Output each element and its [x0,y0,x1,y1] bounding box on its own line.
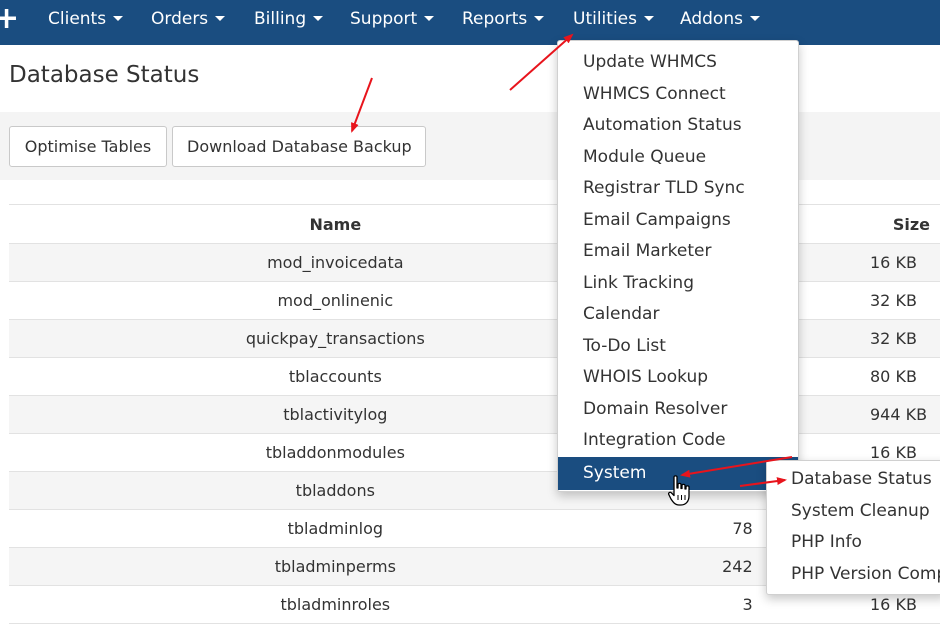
menu-item-automation-status[interactable]: Automation Status [558,110,798,141]
utilities-dropdown: Update WHMCS WHMCS Connect Automation St… [557,40,799,492]
nav-reports[interactable]: Reports [462,0,545,38]
submenu-item-php-info[interactable]: PHP Info [767,527,862,558]
table-row: mod_onlinenic 32 KB [9,281,940,320]
nav-addons-label: Addons [680,9,743,29]
caret-down-icon [313,15,324,21]
caret-down-icon [424,15,435,21]
system-submenu: Database Status System Cleanup PHP Info … [766,460,940,595]
table-row: mod_invoicedata 16 KB [9,243,940,282]
table-row: tblaccounts 80 KB [9,357,940,396]
table-rows-cell: 3 [661,585,761,624]
menu-item-email-marketer[interactable]: Email Marketer [558,236,798,267]
nav-clients[interactable]: Clients [48,0,124,38]
table-row: tblactivitylog 944 KB [9,395,940,434]
menu-item-whmcs-connect[interactable]: WHMCS Connect [558,79,798,110]
table-size-cell: 944 KB [870,405,928,424]
table-rows-cell: 242 [661,547,761,586]
submenu-item-database-status[interactable]: Database Status [767,464,932,495]
optimise-tables-button[interactable]: Optimise Tables [9,126,167,167]
menu-item-module-queue[interactable]: Module Queue [558,142,798,173]
nav-billing-label: Billing [254,9,307,29]
nav-orders-label: Orders [151,9,209,29]
caret-down-icon [113,15,124,21]
table-name-cell: tbladminroles [9,585,662,624]
nav-support-label: Support [350,9,418,29]
table-size-cell: 32 KB [870,291,917,310]
hand-pointer-icon [668,475,690,506]
menu-item-todo-list[interactable]: To-Do List [558,331,798,362]
menu-item-whois-lookup[interactable]: WHOIS Lookup [558,362,798,393]
menu-item-domain-resolver[interactable]: Domain Resolver [558,394,798,425]
nav-utilities-label: Utilities [573,9,637,29]
menu-item-update-whmcs[interactable]: Update WHMCS [558,47,798,78]
caret-down-icon [215,15,226,21]
table-header-row: Name Size [9,204,940,244]
table-name-cell: tbladminlog [9,509,662,548]
nav-clients-label: Clients [48,9,107,29]
nav-reports-label: Reports [462,9,528,29]
menu-item-calendar[interactable]: Calendar [558,299,798,330]
caret-down-icon [749,15,760,21]
download-backup-button[interactable]: Download Database Backup [172,126,426,167]
menu-item-integration-code[interactable]: Integration Code [558,425,798,456]
menu-item-email-campaigns[interactable]: Email Campaigns [558,205,798,236]
submenu-item-php-version-comp[interactable]: PHP Version Comp [767,559,940,590]
table-size-cell: 32 KB [870,329,917,348]
table-size-cell: 16 KB [870,595,917,614]
nav-orders[interactable]: Orders [151,0,226,38]
submenu-item-system-cleanup[interactable]: System Cleanup [767,496,930,527]
table-size-cell: 16 KB [870,253,917,272]
table-name-cell: tbladminperms [9,547,662,586]
caret-down-icon [534,15,545,21]
top-navbar: + Clients Orders Billing Support Reports… [0,0,940,45]
nav-support[interactable]: Support [350,0,435,38]
nav-billing[interactable]: Billing [254,0,324,38]
menu-item-registrar-tld-sync[interactable]: Registrar TLD Sync [558,173,798,204]
nav-utilities[interactable]: Utilities [573,0,654,38]
table-size-cell: 80 KB [870,367,917,386]
plus-icon[interactable]: + [0,4,19,34]
menu-item-link-tracking[interactable]: Link Tracking [558,268,798,299]
nav-addons[interactable]: Addons [680,0,760,38]
caret-down-icon [643,15,654,21]
table-row: quickpay_transactions 32 KB [9,319,940,358]
table-rows-cell: 78 [661,509,761,548]
page-title: Database Status [9,62,200,88]
